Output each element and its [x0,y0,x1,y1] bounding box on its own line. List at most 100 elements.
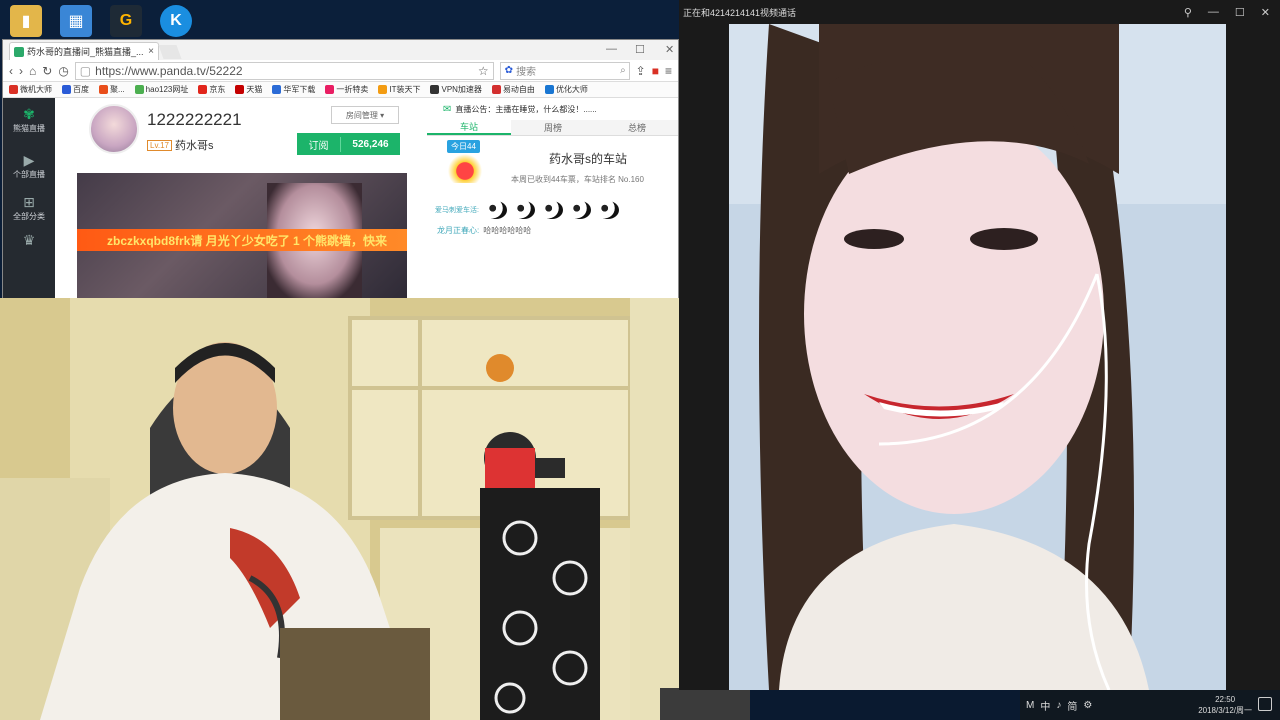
room-manage-button[interactable]: 房间管理 ▾ [331,106,399,124]
caller-scene [729,24,1226,690]
history-icon[interactable]: ◷ [58,64,68,78]
bookmark-icon [491,85,501,94]
close-icon[interactable]: ✕ [665,43,674,56]
browser-titlebar: 药水哥的直播间_熊猫直播_... × — ☐ ✕ [3,40,678,60]
bookmark-item[interactable]: 京东 [198,84,225,95]
video-call-window: 正在和4214214141视频通话 ⚲ — ☐ ✕ [679,0,1280,690]
tab-weekly[interactable]: 周榜 [511,120,595,135]
forward-icon[interactable]: › [19,64,23,78]
maximize-icon[interactable]: ☐ [635,43,645,56]
panda-emoji-icon [568,201,591,219]
home-icon[interactable]: ⌂ [29,64,36,78]
tray-icon[interactable]: ⚙ [1083,700,1092,711]
sidebar-label: 全部分类 [13,212,45,221]
reload-icon[interactable]: ↻ [42,64,52,78]
tab-title: 药水哥的直播间_熊猫直播_... [27,47,144,57]
star-icon[interactable]: ☆ [478,64,489,78]
sidebar-label: 个部直播 [13,170,45,179]
bookmark-label: hao123网址 [145,85,189,94]
subscribe-button[interactable]: 订阅 526,246 [297,133,400,155]
avatar[interactable] [89,104,139,154]
share-icon[interactable]: ⇪ [636,64,646,78]
panda-favicon-icon [14,46,24,57]
extension-icon[interactable]: ■ [652,64,659,78]
subscribe-label: 订阅 [297,136,341,152]
game-icon[interactable]: G [110,5,142,37]
chat-panel: ✉ 直播公告：主播在睡觉，什么都没！...... 车站 周榜 总榜 今日44 药… [427,98,678,298]
bookmark-item[interactable]: 优化大师 [544,84,588,95]
new-tab-button[interactable] [158,45,182,59]
bookmark-item[interactable]: 一折特卖 [325,84,368,95]
tray-icon[interactable]: 中 [1040,698,1050,713]
bookmark-item[interactable]: 易动自由 [491,84,535,95]
station-subtitle: 本周已收到44车票，车站排名 No.160 [511,175,644,184]
browser-navbar: ‹ › ⌂ ↻ ◷ ▢ https://www.panda.tv/52222 ☆… [3,60,678,82]
minimize-icon[interactable]: — [1208,6,1219,19]
bookmark-item[interactable]: 天猫 [235,84,262,95]
close-icon[interactable]: ✕ [1261,6,1270,19]
folder-icon[interactable]: ▮ [10,5,42,37]
bookmark-item[interactable]: hao123网址 [134,84,189,95]
caller-video[interactable] [729,24,1226,690]
bookmark-icon [198,85,208,94]
bookmark-label: 聚... [110,85,125,94]
bookmark-label: 天猫 [246,85,263,94]
sidebar-item-home[interactable]: ✾ 熊猫直播 [3,106,55,134]
bookmark-icon [9,85,18,94]
notification-icon[interactable] [1258,697,1272,711]
bookmark-item[interactable]: 聚... [99,84,125,95]
maximize-icon[interactable]: ☐ [1235,6,1245,19]
stream-video[interactable]: zbczkxqbd8frk请 月光丫少女吃了 1 个熊跳墙，快来 [77,173,407,298]
minimize-icon[interactable]: — [606,43,617,55]
trophy-icon: ♛ [22,232,36,248]
bookmark-icon [272,85,282,94]
car-icon [443,153,487,183]
paw-icon: ✿ [504,65,514,76]
sidebar-item-categories[interactable]: ⊞ 全部分类 [3,194,55,222]
bookmark-item[interactable]: 微机大师 [9,84,52,95]
bookmarks-bar: 微机大师 百度 聚... hao123网址 京东 天猫 华军下载 一折特卖 IT装天下 VPN加速… [3,82,678,98]
control-panel-icon[interactable]: ▦ [60,5,92,37]
chat-username[interactable]: 龙月正春心: [437,225,479,236]
tab-station[interactable]: 车站 [427,120,511,135]
k-app-icon[interactable]: K [160,5,192,37]
bookmark-item[interactable]: 华军下载 [272,84,315,95]
taskbar-tray: M 中 ♪ 简 ⚙ 22:50 2018/3/12/周一 [1020,690,1280,720]
fans-row: 爱马刺爱车活: [427,198,678,222]
page-icon: ▢ [79,63,92,78]
search-placeholder: 搜索 [516,67,537,78]
sidebar-item-live[interactable]: ▶ 个部直播 [3,152,55,180]
back-icon[interactable]: ‹ [9,64,13,78]
chat-message: 龙月正春心: 哈哈哈哈哈哈 [427,222,678,238]
bookmark-label: 百度 [73,85,89,94]
tab-close-icon[interactable]: × [148,46,154,57]
sidebar-item-rank[interactable]: ♛ [3,232,55,249]
panda-emoji-icon [540,201,563,219]
tray-icon[interactable]: M [1026,700,1034,711]
desktop: ▮ ▦ G K 药水哥的直播间_熊猫直播_... × — ☐ ✕ ‹ › ⌂ ↻… [0,0,1280,720]
streamer-info: 1222222221 Lv.17 药水哥s 房间管理 ▾ 订阅 526,246 [77,98,407,170]
bookmark-icon [235,85,245,94]
menu-icon[interactable]: ≡ [665,64,672,78]
panda-emoji-icon [596,201,619,219]
streamer-nickname[interactable]: 药水哥s [175,137,214,153]
bookmark-label: 易动自由 [502,85,535,94]
station-card: 今日44 药水哥s的车站 本周已收到44车票，车站排名 No.160 [427,136,678,198]
video-call-title: 正在和4214214141视频通话 [683,7,797,18]
address-bar[interactable]: ▢ https://www.panda.tv/52222 ☆ [74,61,494,80]
tab-total[interactable]: 总榜 [595,120,678,135]
panda-logo-icon: ✾ [23,106,35,122]
bookmark-item[interactable]: 百度 [62,84,89,95]
bookmark-item[interactable]: IT装天下 [378,84,420,95]
tray-icon[interactable]: ♪ [1056,700,1061,711]
search-icon[interactable]: ⌕ [620,65,626,76]
room-number: 1222222221 [147,110,242,129]
bookmark-item[interactable]: VPN加速器 [430,84,482,95]
pin-icon[interactable]: ⚲ [1184,6,1192,19]
browser-tab[interactable]: 药水哥的直播间_熊猫直播_... × [9,42,159,60]
panda-emoji-icon [484,201,507,219]
search-input[interactable]: ✿ 搜索 ⌕ [499,61,630,80]
bookmark-icon [325,85,335,94]
tray-icon[interactable]: 简 [1067,698,1077,713]
level-badge: Lv.17 [147,140,172,151]
